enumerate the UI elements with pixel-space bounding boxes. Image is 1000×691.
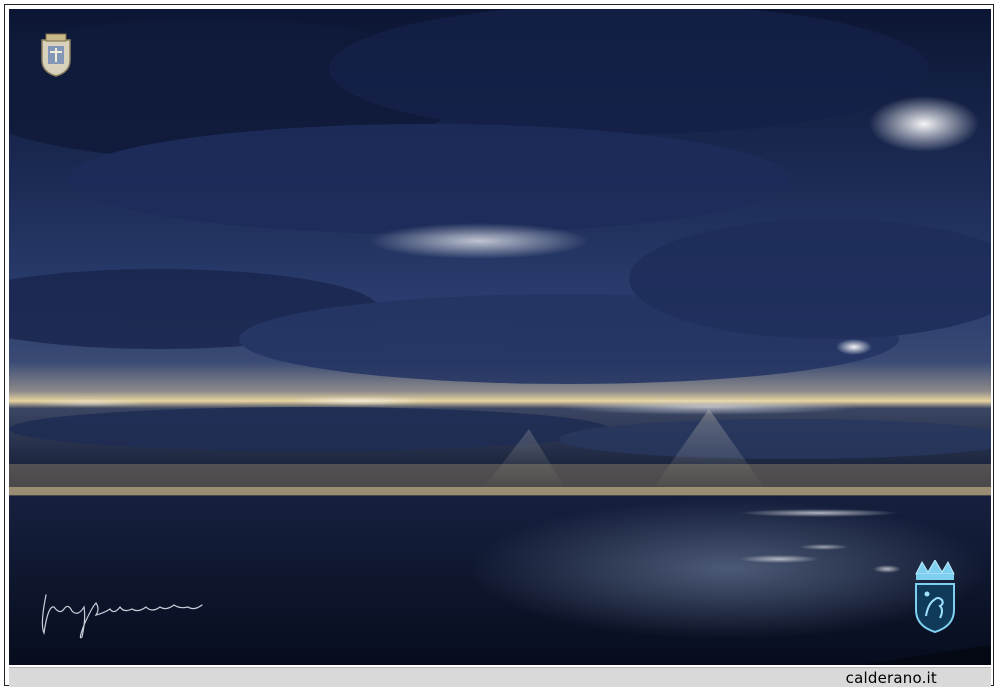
- coat-of-arms-icon: [910, 559, 960, 634]
- civic-crest-icon: [36, 30, 76, 78]
- photographer-signature: [38, 585, 208, 645]
- seascape-photo: [9, 9, 991, 665]
- site-label: calderano.it: [845, 669, 937, 687]
- footer-bar: calderano.it: [9, 667, 991, 687]
